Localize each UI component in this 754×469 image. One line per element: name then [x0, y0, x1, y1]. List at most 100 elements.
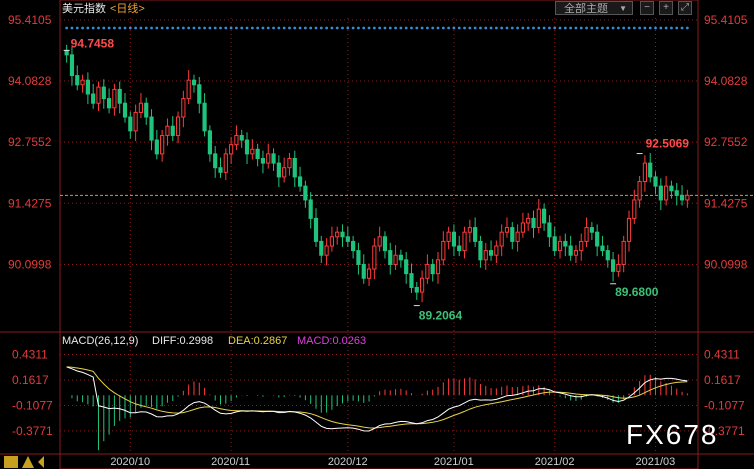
- menu-icon[interactable]: [4, 456, 18, 468]
- candle-body: [520, 222, 525, 233]
- signal-dot: [208, 26, 212, 30]
- scroll-arrows[interactable]: [4, 456, 44, 468]
- signal-dot: [394, 26, 397, 30]
- candle-body: [266, 153, 271, 164]
- candle-body: [351, 240, 356, 252]
- candle-body: [404, 259, 409, 275]
- signal-dot: [553, 26, 557, 30]
- candle-body: [435, 259, 441, 275]
- price-tick-left: 91.4275: [8, 196, 52, 210]
- candle-body: [467, 227, 472, 233]
- candle-body: [207, 130, 212, 155]
- period-label[interactable]: <日线>: [110, 1, 145, 15]
- signal-dot: [489, 26, 493, 30]
- signal-dot: [213, 26, 217, 30]
- signal-dot: [107, 26, 111, 30]
- candle-body: [250, 148, 255, 155]
- candle-body: [154, 139, 159, 155]
- signal-dot: [463, 26, 466, 30]
- candle-body: [510, 227, 515, 242]
- signal-dot: [484, 26, 488, 30]
- dollar-index-chart[interactable]: 美元指数 <日线> 95.4105 94.0828 92.7552 91.4275 90…: [0, 0, 754, 469]
- candle-body: [170, 125, 175, 136]
- signal-dot: [144, 26, 148, 30]
- candle-body: [85, 79, 90, 95]
- signal-dot: [229, 26, 233, 30]
- signal-dot: [574, 26, 578, 30]
- candle-body: [197, 84, 202, 104]
- scroll-left-icon[interactable]: [38, 456, 44, 468]
- candle-body: [536, 208, 541, 229]
- signal-dot: [632, 26, 636, 30]
- signal-dot: [240, 26, 244, 30]
- candle-body: [425, 263, 430, 279]
- signal-dot: [139, 26, 143, 30]
- signal-dot: [505, 26, 509, 30]
- high-label-2: 92.5069: [646, 137, 690, 151]
- macd-title: MACD(26,12,9): [62, 335, 138, 347]
- signal-dot: [569, 26, 573, 30]
- price-tick-left: 92.7552: [8, 135, 52, 149]
- candle-body: [133, 111, 138, 132]
- signal-dot: [112, 26, 116, 30]
- macd-histogram: [71, 374, 688, 451]
- topic-select[interactable]: 全部主题 ▼: [555, 1, 633, 15]
- signal-dot: [654, 26, 657, 30]
- candle-body: [531, 217, 536, 229]
- candle-body: [414, 286, 419, 293]
- candle-body: [685, 194, 690, 201]
- macd-dea-value: DEA:0.2867: [228, 335, 287, 347]
- macd-tick-right: 0.4311: [704, 348, 740, 362]
- candle-body: [462, 231, 467, 252]
- minus-button[interactable]: −: [640, 1, 654, 15]
- macd-tick-right: 0.1617: [704, 373, 741, 387]
- candle-body: [669, 185, 674, 192]
- signal-dot: [341, 26, 344, 30]
- signal-dot: [579, 26, 583, 30]
- signal-dot: [362, 26, 366, 30]
- signal-dot: [611, 26, 615, 30]
- candle-body: [610, 259, 616, 272]
- macd-tick-left: 0.4311: [12, 348, 48, 362]
- signal-dot: [224, 26, 228, 30]
- expand-button[interactable]: ⤢: [678, 1, 692, 15]
- signal-dot: [425, 26, 429, 30]
- signal-dot: [585, 26, 588, 30]
- candle-body: [335, 231, 340, 238]
- candle-body: [287, 157, 292, 169]
- signal-dot: [346, 26, 350, 30]
- macd-diff-line: [66, 366, 688, 432]
- candle-body: [658, 185, 663, 201]
- candle-body: [679, 194, 685, 201]
- candle-body: [605, 250, 610, 261]
- scroll-up-icon[interactable]: [22, 456, 34, 468]
- signal-dot: [192, 26, 196, 30]
- candle-body: [202, 102, 207, 132]
- signal-dot: [128, 26, 132, 30]
- candle-body: [595, 231, 600, 247]
- candle-body: [563, 240, 568, 247]
- grid-lines: [0, 0, 754, 469]
- signal-dot: [372, 26, 376, 30]
- macd-tick-left: -0.1077: [12, 398, 53, 412]
- signal-dot: [293, 26, 297, 30]
- signal-dot: [532, 26, 535, 30]
- candle-body: [366, 268, 372, 279]
- candle-body: [181, 98, 186, 118]
- plus-button[interactable]: +: [659, 1, 673, 15]
- candle-body: [340, 231, 345, 238]
- signal-dot: [203, 26, 206, 30]
- signal-dot: [648, 26, 652, 30]
- minus-icon: −: [644, 2, 650, 13]
- candle-body: [107, 98, 112, 109]
- signal-dot: [452, 26, 456, 30]
- candle-body: [218, 167, 223, 173]
- signal-dot: [447, 26, 451, 30]
- high-low-markers: [63, 49, 643, 307]
- candle-body: [398, 254, 403, 261]
- chart-frame: [59, 0, 699, 469]
- candle-body: [552, 236, 557, 252]
- signal-dot: [590, 26, 594, 30]
- candle-body: [292, 157, 297, 178]
- candle-body: [282, 167, 287, 178]
